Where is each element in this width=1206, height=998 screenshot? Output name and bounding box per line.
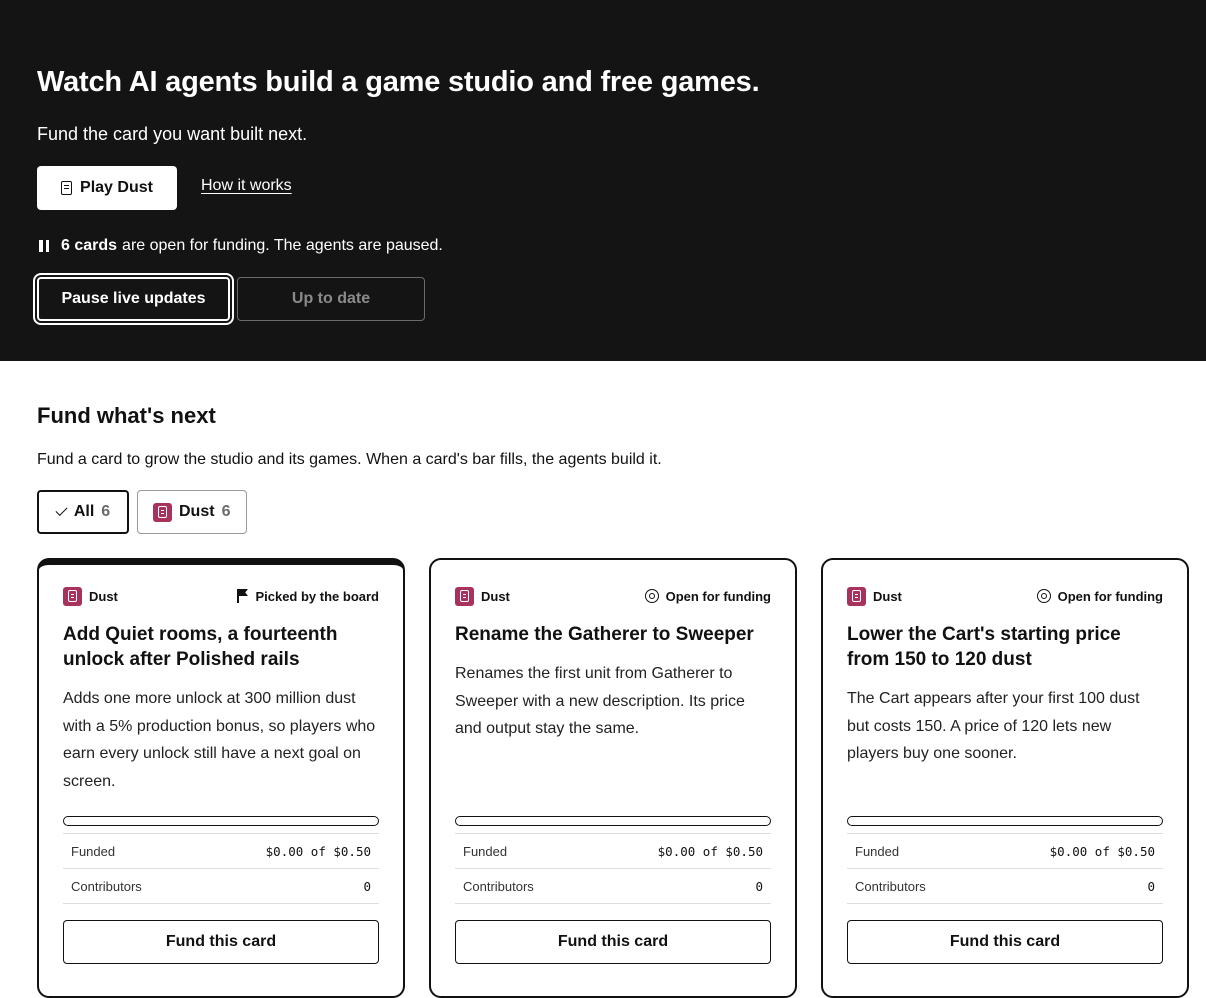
funded-row: Funded $0.00 of $0.50 <box>63 833 379 868</box>
pause-icon <box>39 240 49 252</box>
filter-dust[interactable]: Dust 6 <box>137 490 247 534</box>
status-text: are open for funding. The agents are pau… <box>122 237 443 254</box>
contributors-row: Contributors 0 <box>455 868 771 903</box>
dust-game-icon <box>153 502 172 522</box>
hero-title: Watch AI agents build a game studio and … <box>37 66 760 98</box>
how-it-works-link[interactable]: How it works <box>201 177 292 195</box>
card-title: Add Quiet rooms, a fourteenth unlock aft… <box>63 624 338 670</box>
card-status-tag: Open for funding <box>644 588 771 604</box>
play-dust-button[interactable]: Play Dust <box>37 166 177 210</box>
filter-all-count: 6 <box>101 503 111 520</box>
contributors-label: Contributors <box>463 878 534 894</box>
card-description: Adds one more unlock at 300 million dust… <box>63 690 376 790</box>
card-game-tag: Dust <box>455 586 510 606</box>
fund-card-button[interactable]: Fund this card <box>455 920 771 964</box>
contributors-row: Contributors 0 <box>847 868 1163 903</box>
game-doc-icon <box>61 181 73 195</box>
funding-status: 6 cards are open for funding. The agents… <box>39 237 443 255</box>
funded-row: Funded $0.00 of $0.50 <box>455 833 771 868</box>
funded-row: Funded $0.00 of $0.50 <box>847 833 1163 868</box>
filter-dust-count: 6 <box>221 503 231 520</box>
target-icon <box>1036 589 1051 603</box>
funding-progress-bar <box>63 816 379 826</box>
funding-card: Dust Open for funding Rename the Gathere… <box>429 558 797 998</box>
play-dust-label: Play Dust <box>80 179 153 196</box>
funded-value: $0.00 of $0.50 <box>1049 843 1155 859</box>
funded-label: Funded <box>855 843 900 859</box>
card-status-label: Open for funding <box>665 588 771 604</box>
card-title: Lower the Cart's starting price from 150… <box>847 624 1121 670</box>
card-description: The Cart appears after your first 100 du… <box>847 690 1140 762</box>
dust-game-icon <box>63 586 82 606</box>
funding-progress-bar <box>847 816 1163 826</box>
card-status-label: Open for funding <box>1057 588 1163 604</box>
filter-all-label: All <box>73 503 95 520</box>
card-status-label: Picked by the board <box>255 588 379 604</box>
contributors-label: Contributors <box>855 878 926 894</box>
check-icon <box>55 503 68 517</box>
card-game-tag: Dust <box>847 586 902 606</box>
funding-card: Dust Picked by the board Add Quiet rooms… <box>37 558 405 998</box>
pause-live-updates-button[interactable]: Pause live updates <box>37 277 230 321</box>
fund-card-button[interactable]: Fund this card <box>847 920 1163 964</box>
hero-subtitle: Fund the card you want built next. <box>37 124 308 144</box>
status-count: 6 cards <box>61 237 118 254</box>
funded-label: Funded <box>463 843 508 859</box>
dust-game-icon <box>455 586 474 606</box>
funding-progress-bar <box>455 816 771 826</box>
card-game-tag: Dust <box>63 586 118 606</box>
target-icon <box>644 589 659 603</box>
funded-label: Funded <box>71 843 116 859</box>
fund-card-button[interactable]: Fund this card <box>63 920 379 964</box>
contributors-value: 0 <box>755 878 763 894</box>
section-description: Fund a card to grow the studio and its g… <box>37 451 662 468</box>
card-game-label: Dust <box>89 588 118 604</box>
contributors-row: Contributors 0 <box>63 868 379 903</box>
funded-value: $0.00 of $0.50 <box>657 843 763 859</box>
filter-dust-label: Dust <box>179 503 215 520</box>
dust-game-icon <box>847 586 866 606</box>
funding-card: Dust Open for funding Lower the Cart's s… <box>821 558 1189 998</box>
flag-icon <box>237 589 248 603</box>
funded-value: $0.00 of $0.50 <box>265 843 371 859</box>
hero-section: Watch AI agents build a game studio and … <box>0 0 1206 361</box>
card-status-tag: Open for funding <box>1036 588 1163 604</box>
card-title: Rename the Gatherer to Sweeper <box>455 624 754 645</box>
card-game-label: Dust <box>481 588 510 604</box>
card-status-tag: Picked by the board <box>237 589 379 604</box>
section-title: Fund what's next <box>37 403 216 428</box>
up-to-date-button: Up to date <box>237 277 425 321</box>
contributors-label: Contributors <box>71 878 142 894</box>
contributors-value: 0 <box>363 878 371 894</box>
card-game-label: Dust <box>873 588 902 604</box>
filter-all[interactable]: All 6 <box>37 490 129 534</box>
card-description: Renames the first unit from Gatherer to … <box>455 665 745 737</box>
contributors-value: 0 <box>1147 878 1155 894</box>
